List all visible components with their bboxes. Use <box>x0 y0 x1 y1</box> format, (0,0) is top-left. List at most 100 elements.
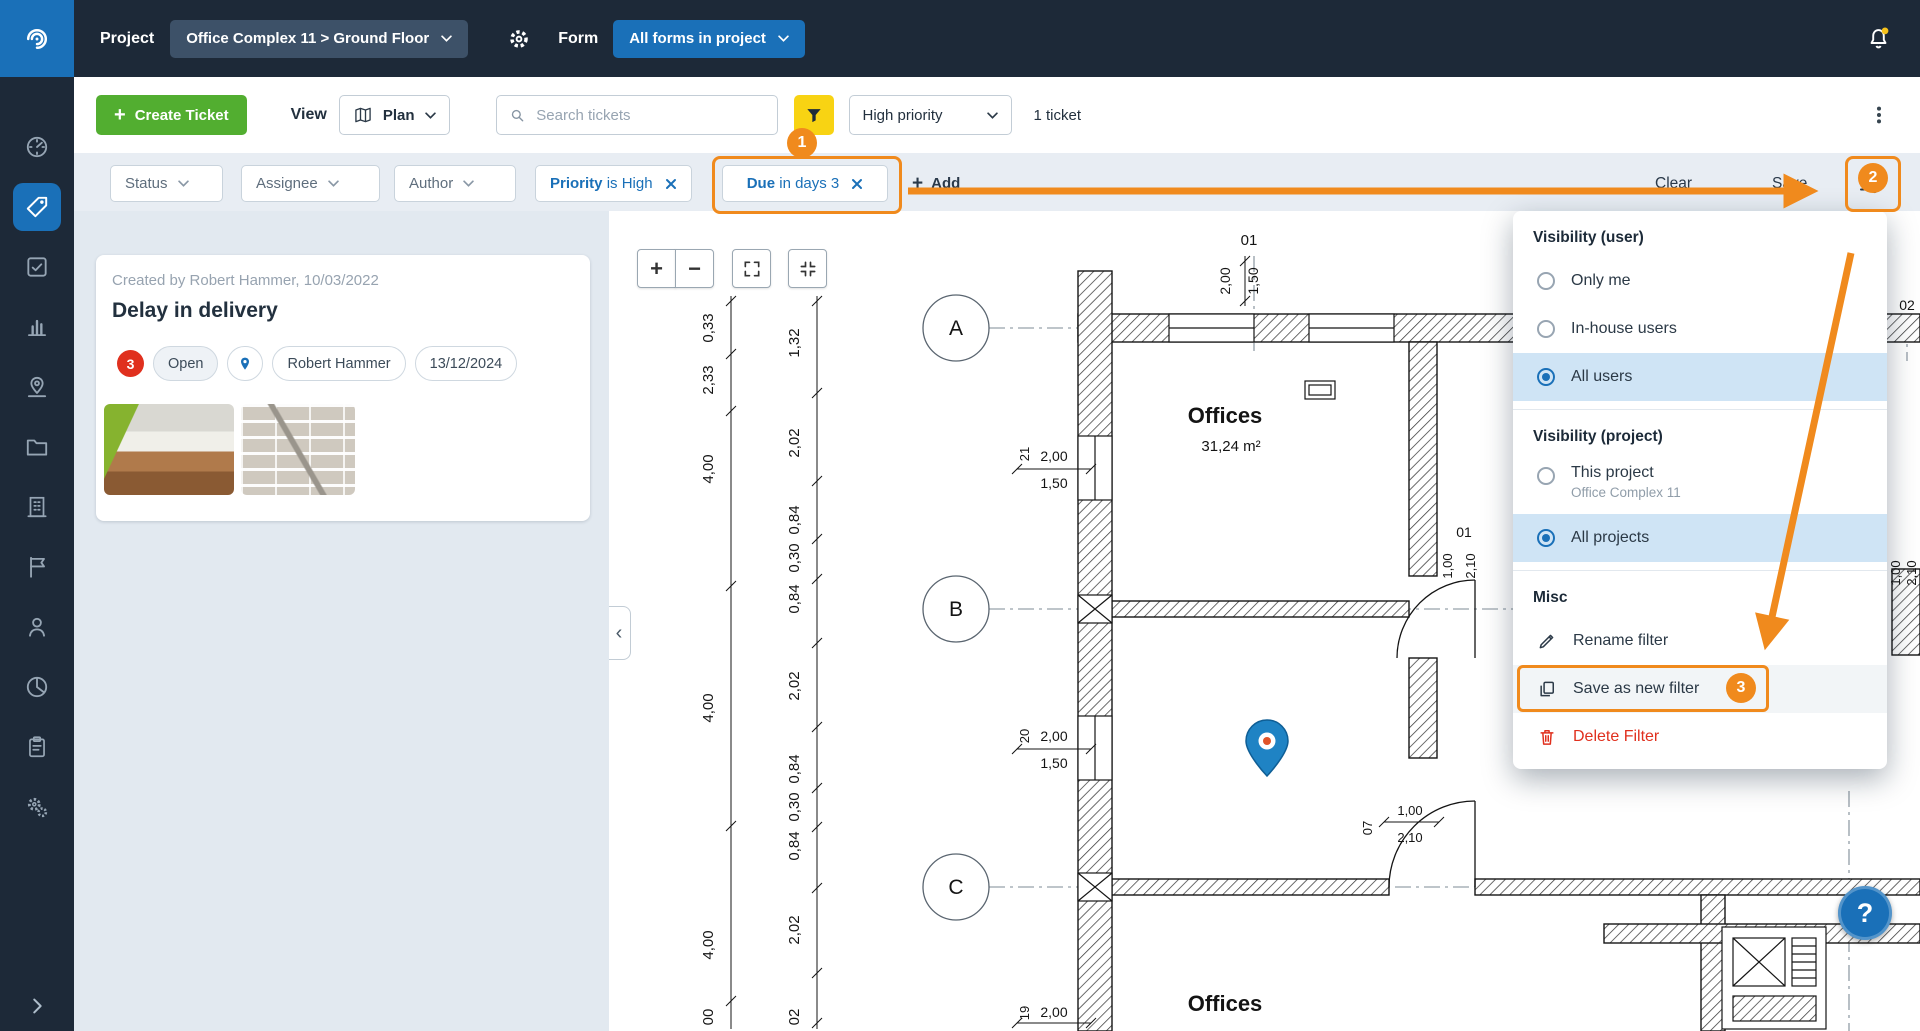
sidebar-item-settings[interactable] <box>13 783 61 831</box>
ticket-due-date-chip[interactable]: 13/12/2024 <box>415 346 518 381</box>
ticket-attachments <box>104 404 355 495</box>
bell-icon <box>1865 25 1892 52</box>
menu-option-label: All projects <box>1571 529 1649 547</box>
more-options-button[interactable] <box>1868 104 1890 126</box>
filter-chip-priority[interactable]: Priority is High <box>535 165 692 202</box>
plan-text: 01 <box>1456 524 1472 540</box>
menu-option-all-users[interactable]: All users <box>1513 353 1887 401</box>
filter-chip-author[interactable]: Author <box>394 165 516 202</box>
plan-text: 2,02 <box>786 428 803 457</box>
plan-text: 0,84 <box>786 505 803 534</box>
chevron-down-icon <box>328 180 339 187</box>
radio-selected[interactable] <box>1537 368 1555 386</box>
due-chip-label: Due in days 3 <box>747 175 840 192</box>
menu-item-save-as-new-filter[interactable]: Save as new filter 3 <box>1513 665 1887 713</box>
plan-text: 20 <box>1017 729 1032 743</box>
menu-item-delete-filter[interactable]: Delete Filter <box>1513 713 1887 761</box>
plan-text: 2,10 <box>1463 553 1478 578</box>
menu-option-label: This project <box>1571 464 1681 482</box>
menu-option-label: Only me <box>1571 272 1631 290</box>
sidebar-item-contacts[interactable] <box>13 603 61 651</box>
sidebar-item-projects[interactable] <box>13 483 61 531</box>
map-pin-icon <box>237 356 253 372</box>
kebab-menu-icon <box>1868 104 1890 126</box>
ticket-priority-badge: 3 <box>117 350 144 377</box>
ticket-card[interactable]: Created by Robert Hammer, 10/03/2022 Del… <box>96 255 590 521</box>
filter-chip-status[interactable]: Status <box>110 165 223 202</box>
plan-text: 2,00 <box>1040 448 1067 464</box>
plan-text: 01 <box>1241 232 1258 249</box>
sidebar-item-reports[interactable] <box>13 543 61 591</box>
map-icon <box>353 105 373 125</box>
fullscreen-button[interactable] <box>732 249 771 288</box>
close-icon[interactable] <box>665 178 677 190</box>
menu-option-inhouse-users[interactable]: In-house users <box>1513 305 1887 353</box>
flag-icon <box>24 554 50 580</box>
sidebar-expand-button[interactable] <box>0 995 74 1017</box>
project-label: Project <box>100 30 154 48</box>
search-input[interactable] <box>534 106 764 125</box>
sidebar-item-documents[interactable] <box>13 423 61 471</box>
menu-option-only-me[interactable]: Only me <box>1513 257 1887 305</box>
menu-header-misc: Misc <box>1513 579 1887 617</box>
menu-item-label: Save as new filter <box>1573 680 1699 698</box>
create-ticket-button[interactable]: + Create Ticket <box>96 95 247 135</box>
ticket-author-chip[interactable]: Robert Hammer <box>272 346 405 381</box>
pencil-icon <box>1537 631 1557 651</box>
menu-option-this-project[interactable]: This project Office Complex 11 <box>1513 456 1887 514</box>
plan-text: Offices <box>1188 403 1263 428</box>
project-settings-button[interactable] <box>506 26 532 52</box>
gear-icon <box>506 26 532 52</box>
building-icon <box>24 494 50 520</box>
annotation-step2-badge: 2 <box>1858 163 1888 193</box>
menu-option-label: All users <box>1571 368 1632 386</box>
zoom-in-button[interactable]: + <box>637 249 676 288</box>
attachment-photo-office[interactable] <box>104 404 234 495</box>
checklist-icon <box>24 254 50 280</box>
radio-unselected[interactable] <box>1537 320 1555 338</box>
saved-filter-dropdown[interactable]: High priority <box>849 95 1012 135</box>
notifications-button[interactable] <box>1865 25 1892 52</box>
filter-chip-assignee[interactable]: Assignee <box>241 165 380 202</box>
collapse-panel-button[interactable]: ‹ <box>609 606 631 660</box>
sidebar <box>0 0 74 1031</box>
sidebar-nav <box>0 77 74 831</box>
view-mode-dropdown[interactable]: Plan <box>339 95 450 135</box>
form-selector[interactable]: All forms in project <box>613 20 805 58</box>
plan-text: 1,32 <box>786 328 803 357</box>
clear-filters-button[interactable]: Clear <box>1655 165 1692 202</box>
sidebar-item-templates[interactable] <box>13 723 61 771</box>
sidebar-item-tasks[interactable] <box>13 243 61 291</box>
gears-icon <box>24 794 50 820</box>
save-filter-button[interactable]: Save <box>1772 165 1807 202</box>
radio-unselected[interactable] <box>1537 467 1555 485</box>
fit-view-button[interactable] <box>788 249 827 288</box>
add-filter-button[interactable]: + Add <box>912 165 960 202</box>
zoom-out-button[interactable]: − <box>675 249 714 288</box>
status-chip-label: Status <box>125 175 168 192</box>
ticket-status-chip[interactable]: Open <box>153 346 218 381</box>
app-logo[interactable] <box>0 0 74 77</box>
sidebar-item-tickets[interactable] <box>13 183 61 231</box>
radio-selected[interactable] <box>1537 529 1555 547</box>
sidebar-item-plans[interactable] <box>13 363 61 411</box>
help-button[interactable]: ? <box>1838 886 1892 940</box>
view-label: View <box>291 106 327 124</box>
plan-text: 0,30 <box>786 543 803 572</box>
menu-option-all-projects[interactable]: All projects <box>1513 514 1887 562</box>
plus-icon: + <box>912 173 923 195</box>
menu-item-rename-filter[interactable]: Rename filter <box>1513 617 1887 665</box>
project-selector[interactable]: Office Complex 11 > Ground Floor <box>170 20 468 58</box>
pie-chart-icon <box>24 674 50 700</box>
sidebar-item-statistics[interactable] <box>13 303 61 351</box>
ticket-map-pin[interactable] <box>1246 720 1288 776</box>
filter-chip-due[interactable]: Due in days 3 <box>722 165 888 202</box>
sidebar-item-analytics[interactable] <box>13 663 61 711</box>
plan-text: 00 <box>700 1009 717 1026</box>
radio-unselected[interactable] <box>1537 272 1555 290</box>
ticket-location-chip[interactable] <box>227 346 263 381</box>
attachment-photo-brick-wall[interactable] <box>241 404 355 495</box>
add-filter-label: Add <box>931 175 960 192</box>
close-icon[interactable] <box>851 178 863 190</box>
sidebar-item-dashboard[interactable] <box>13 123 61 171</box>
